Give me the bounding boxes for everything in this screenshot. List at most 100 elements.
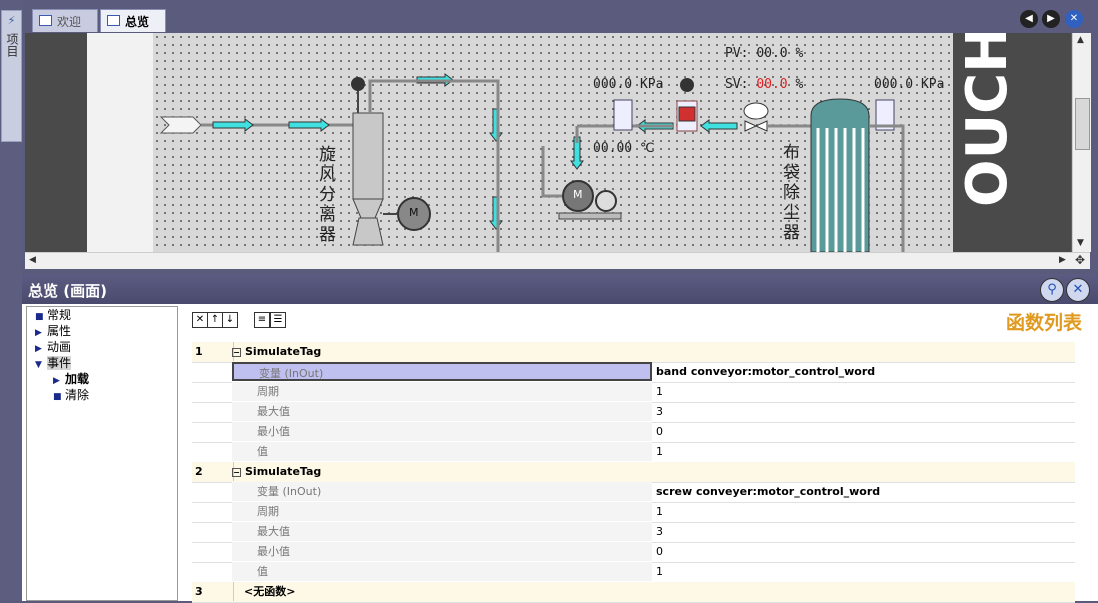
function-row[interactable]: 2 − SimulateTag — [192, 462, 1075, 483]
collapse-icon: − — [232, 347, 241, 357]
param-name: 最大值 — [232, 522, 652, 541]
conveyor-motor-label: M — [573, 188, 583, 201]
project-tree-icon: ⚡ — [7, 14, 16, 27]
tree-item-properties[interactable]: ▶ 属性 — [35, 323, 71, 339]
vertical-scrollbar[interactable]: ▲ ▼ — [1072, 33, 1091, 252]
sv-value[interactable]: 00.0 — [756, 77, 787, 92]
tree-item-cleared[interactable]: ■ 清除 — [53, 387, 89, 403]
param-name[interactable]: 变量 (InOut) — [232, 362, 652, 381]
tree-item-events[interactable]: ▼ 事件 — [35, 355, 72, 371]
param-name: 周期 — [232, 382, 652, 401]
param-row[interactable]: 周期 1 — [192, 382, 1075, 403]
tab-label: 总览 — [125, 15, 150, 29]
project-tab-label: 项目 — [5, 33, 19, 57]
move-icon[interactable]: ✥ — [1075, 253, 1085, 267]
canvas-left-panel — [87, 33, 153, 252]
list-icon[interactable]: ☰ — [270, 312, 286, 328]
tab-label: 欢迎 — [57, 15, 82, 29]
function-name: − SimulateTag — [232, 465, 322, 478]
param-row[interactable]: 值 1 — [192, 442, 1075, 463]
param-row[interactable]: 最小值 0 — [192, 422, 1075, 443]
scroll-thumb[interactable] — [1075, 98, 1090, 150]
param-value[interactable]: 0 — [654, 542, 663, 561]
param-row[interactable]: 最大值 3 — [192, 402, 1075, 423]
param-value[interactable]: 1 — [654, 382, 663, 401]
function-list-title: 函数列表 — [1005, 312, 1082, 334]
tab-welcome[interactable]: 欢迎 — [32, 9, 98, 32]
square-icon: ■ — [53, 392, 62, 402]
function-row[interactable]: 3 <无函数> — [192, 582, 1075, 603]
tree-item-loaded[interactable]: ▶ 加载 — [53, 371, 89, 387]
screen-canvas[interactable]: PV: 00.0 % SV: 00.0 % 000.0 KPa 000.0 KP… — [25, 33, 1071, 252]
dust-collector — [810, 98, 870, 252]
param-name: 变量 (InOut) — [232, 482, 652, 501]
process-graphics — [159, 73, 905, 252]
scroll-up-icon[interactable]: ▲ — [1077, 35, 1084, 45]
move-down-icon[interactable]: ↓ — [222, 312, 238, 328]
pin-icon[interactable]: ⚲ — [1040, 278, 1064, 302]
param-row[interactable]: 最小值 0 — [192, 542, 1075, 563]
valve-actuator — [743, 102, 769, 120]
move-up-icon[interactable]: ↑ — [207, 312, 223, 328]
param-value[interactable]: 3 — [654, 522, 663, 541]
param-row[interactable]: 变量 (InOut) screw conveyer:motor_control_… — [192, 482, 1075, 503]
param-value[interactable]: band conveyor:motor_control_word — [654, 362, 875, 381]
tree-item-animation[interactable]: ▶ 动画 — [35, 339, 71, 355]
screen-editor: 欢迎 总览 ◀ ▶ ✕ PV: 00.0 % SV: 00.0 % 000.0 … — [22, 0, 1098, 270]
temperature-value[interactable]: 00.00 ℃ — [593, 141, 655, 156]
param-value[interactable]: screw conveyer:motor_control_word — [654, 482, 880, 501]
scroll-right-icon[interactable]: ▶ — [1059, 255, 1066, 265]
inlet-shape — [159, 116, 202, 134]
param-row[interactable]: 周期 1 — [192, 502, 1075, 523]
screen-icon — [107, 15, 120, 26]
horizontal-scrollbar[interactable]: ◀ ▶ ✥ — [25, 252, 1090, 269]
param-name: 最小值 — [232, 422, 652, 441]
pressure-transmitter-left — [613, 99, 633, 131]
delete-icon[interactable]: ✕ — [192, 312, 208, 328]
prev-arrow-icon[interactable]: ◀ — [1020, 10, 1038, 28]
param-name: 值 — [232, 442, 652, 461]
motor-label: M — [409, 206, 419, 219]
scroll-down-icon[interactable]: ▼ — [1077, 238, 1084, 248]
project-tab[interactable]: ⚡ 项目 — [1, 10, 22, 142]
param-value[interactable]: 0 — [654, 422, 663, 441]
close-icon[interactable]: ✕ — [1066, 278, 1090, 302]
close-icon[interactable]: ✕ — [1065, 10, 1083, 28]
pv-value[interactable]: 00.0 — [756, 46, 787, 61]
function-name: <无函数> — [244, 585, 296, 598]
dust-collector-label: 布袋除尘器 — [783, 143, 800, 243]
param-name: 值 — [232, 562, 652, 581]
pv-label: PV: — [725, 46, 749, 61]
property-tree: ■ 常规 ▶ 属性 ▶ 动画 ▼ 事件 ▶ 加载 ■ 清除 — [26, 306, 178, 601]
pressure-right-value[interactable]: 000.0 KPa — [874, 77, 944, 92]
param-value[interactable]: 1 — [654, 442, 663, 461]
param-name: 最大值 — [232, 402, 652, 421]
param-row[interactable]: 最大值 3 — [192, 522, 1075, 543]
param-value[interactable]: 3 — [654, 402, 663, 421]
param-value[interactable]: 1 — [654, 502, 663, 521]
collapse-icon: − — [232, 467, 241, 477]
canvas-left-strip — [25, 33, 87, 252]
tree-item-general[interactable]: ■ 常规 — [35, 307, 71, 323]
pv-unit: % — [795, 46, 804, 61]
param-name: 周期 — [232, 502, 652, 521]
function-list-panel: ✕ ↑ ↓ ≡ ☰ 函数列表 1 − SimulateTag 变量 (InOut)… — [180, 306, 1098, 603]
function-name: − SimulateTag — [232, 345, 322, 358]
function-row[interactable]: 1 − SimulateTag — [192, 342, 1075, 363]
touch-text: OUCH — [955, 33, 1020, 207]
screen-icon — [39, 15, 52, 26]
scroll-left-icon[interactable]: ◀ — [29, 255, 36, 265]
tab-overview[interactable]: 总览 — [100, 9, 166, 32]
process-diagram[interactable]: PV: 00.0 % SV: 00.0 % 000.0 KPa 000.0 KP… — [153, 33, 953, 252]
sv-label: SV: — [725, 77, 749, 92]
outdent-icon[interactable]: ≡ — [254, 312, 270, 328]
param-value[interactable]: 1 — [654, 562, 663, 581]
row-number: 3 — [192, 582, 234, 601]
param-name: 最小值 — [232, 542, 652, 561]
pressure-left-value[interactable]: 000.0 KPa — [593, 77, 663, 92]
row-number: 2 — [192, 462, 234, 481]
sensor-dot — [351, 77, 365, 91]
param-row[interactable]: 值 1 — [192, 562, 1075, 583]
param-row[interactable]: 变量 (InOut) band conveyor:motor_control_w… — [192, 362, 1075, 383]
next-arrow-icon[interactable]: ▶ — [1042, 10, 1060, 28]
